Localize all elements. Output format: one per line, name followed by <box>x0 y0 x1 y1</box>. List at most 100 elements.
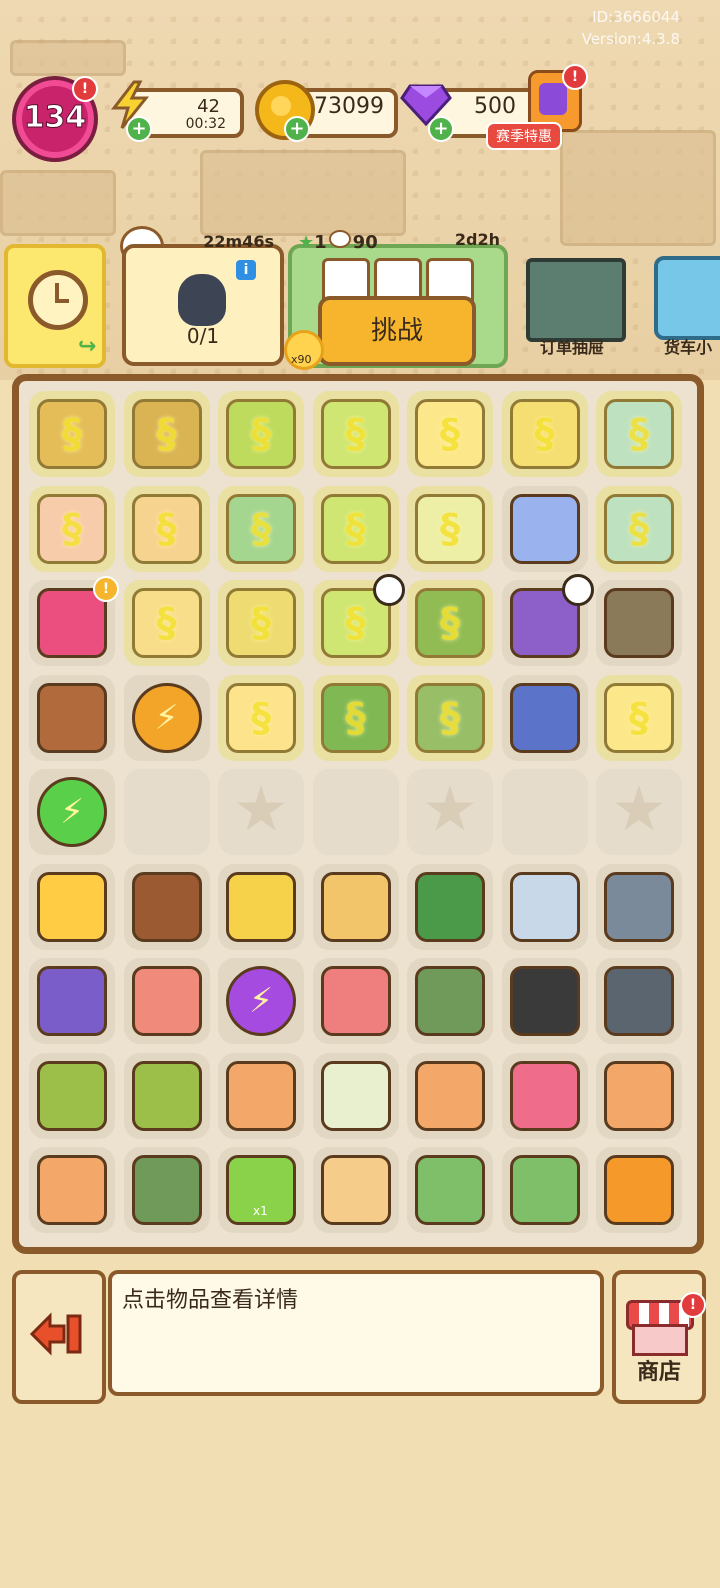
glove-green-icon <box>415 1155 485 1225</box>
board-cell[interactable] <box>312 958 399 1044</box>
board-cell[interactable]: § <box>123 485 210 572</box>
board-cell[interactable]: ! <box>29 576 119 666</box>
board-cell[interactable]: x1 <box>218 1147 304 1233</box>
energy-button-count: x1 <box>253 1204 268 1218</box>
level-badge[interactable]: 134 ! <box>12 76 98 162</box>
board-cell[interactable] <box>312 1147 399 1233</box>
board-cell[interactable] <box>501 1147 588 1233</box>
time-skip-card[interactable]: ↪ <box>4 244 106 368</box>
board-cell[interactable]: ⚡ <box>218 958 304 1044</box>
board-cell[interactable]: § <box>29 485 115 572</box>
challenge-button[interactable]: 挑战 <box>318 296 476 366</box>
item-info-panel: 点击物品查看详情 <box>108 1270 604 1396</box>
board-cell[interactable] <box>123 958 210 1044</box>
board-cell[interactable] <box>596 863 682 950</box>
board-cell[interactable] <box>123 1147 210 1233</box>
board-cell[interactable] <box>596 1147 682 1233</box>
board-cell[interactable] <box>312 769 399 855</box>
flower-bouquet-icon <box>37 871 107 942</box>
board-cell[interactable] <box>29 1147 115 1233</box>
board-cell[interactable] <box>407 863 493 950</box>
shop-notification-dot: ! <box>680 1292 706 1318</box>
board-cell[interactable] <box>407 1147 493 1233</box>
trash-bags-icon <box>37 682 107 753</box>
board-cell[interactable]: § <box>596 485 682 572</box>
lock-chain-icon: § <box>345 411 366 457</box>
tulip-crate-icon <box>131 966 202 1036</box>
lock-chain-icon: § <box>251 411 271 457</box>
board-cell[interactable] <box>407 769 493 855</box>
board-cell[interactable] <box>596 958 682 1044</box>
board-cell[interactable] <box>29 958 115 1044</box>
board-cell[interactable]: § <box>123 580 210 666</box>
season-promo-label[interactable]: 赛季特惠 <box>486 122 562 150</box>
board-cell[interactable] <box>312 1052 399 1139</box>
board-cell[interactable] <box>123 769 210 855</box>
truck-label[interactable]: 货车小 <box>648 334 720 358</box>
board-cell[interactable] <box>123 863 210 950</box>
board-cell[interactable]: § <box>407 674 493 761</box>
version-text: Version:4.3.8 <box>581 30 680 48</box>
exit-button[interactable] <box>12 1270 106 1404</box>
board-cell[interactable] <box>123 1052 210 1139</box>
board-cell[interactable]: § <box>596 674 682 761</box>
board-cell[interactable] <box>501 1052 588 1139</box>
bag-event-card[interactable]: 22m46s i 0/1 <box>122 232 284 366</box>
level-number: 134 <box>23 100 87 136</box>
shop-button[interactable]: 商店 ! <box>612 1270 706 1404</box>
board-cell[interactable]: § <box>218 674 304 761</box>
order-drawer-label[interactable]: 订单抽屉 <box>516 334 628 358</box>
lock-chain-icon: § <box>440 600 460 646</box>
board-cell[interactable]: § <box>407 580 493 666</box>
board-cell[interactable] <box>218 1052 304 1139</box>
board-cell[interactable]: ⚡ <box>123 674 210 761</box>
board-cell[interactable] <box>218 863 304 950</box>
board-cell[interactable]: § <box>218 580 304 666</box>
board-cell[interactable]: § <box>312 674 399 761</box>
board-cell[interactable]: ⚡ <box>29 769 115 855</box>
banana-peel-icon <box>226 871 296 942</box>
board-cell[interactable] <box>407 1052 493 1139</box>
board-cell[interactable] <box>596 1052 682 1139</box>
board-cell[interactable] <box>407 958 493 1044</box>
board-cell[interactable]: § <box>218 391 304 477</box>
board-cell[interactable]: § <box>312 391 399 477</box>
board-cell[interactable] <box>596 580 682 666</box>
pliers-icon <box>415 871 485 942</box>
board-cell[interactable] <box>501 863 588 950</box>
board-cell[interactable] <box>29 674 115 761</box>
order-drawer-icon[interactable] <box>526 258 626 342</box>
board-cell[interactable] <box>501 769 588 855</box>
board-cell[interactable]: § <box>123 391 210 477</box>
add-coins-button[interactable]: + <box>284 116 310 142</box>
board-cell[interactable]: § <box>29 391 115 477</box>
board-cell[interactable]: § <box>218 485 304 572</box>
board-cell[interactable] <box>501 574 594 666</box>
board-cell[interactable] <box>501 485 588 572</box>
lock-chain-icon: § <box>345 505 366 552</box>
board-cell[interactable] <box>501 958 588 1044</box>
add-gems-button[interactable]: + <box>428 116 454 142</box>
board-cell[interactable] <box>596 769 682 855</box>
add-energy-button[interactable]: + <box>126 116 152 142</box>
board-cell[interactable]: § <box>407 391 493 477</box>
board-cell[interactable]: § <box>312 574 405 666</box>
bag-count: 0/1 <box>186 324 220 348</box>
counter-decor <box>200 150 406 236</box>
challenge-time: 2d2h <box>454 230 500 249</box>
truck-icon[interactable] <box>654 256 720 340</box>
board-cell[interactable] <box>29 1052 115 1139</box>
board-cell[interactable]: § <box>407 485 493 572</box>
seed-bag-icon <box>131 1060 202 1131</box>
board-cell[interactable]: § <box>312 485 399 572</box>
board-cell[interactable] <box>501 674 588 761</box>
info-icon[interactable]: i <box>236 260 256 280</box>
board-cell[interactable]: § <box>501 391 588 477</box>
board-cell[interactable]: § <box>596 391 682 477</box>
salad-bowl-icon <box>226 1060 296 1131</box>
board-cell[interactable] <box>29 863 115 950</box>
board-cell[interactable] <box>218 769 304 855</box>
lightning-icon: ⚡ <box>60 792 84 832</box>
board-cell[interactable] <box>312 863 399 950</box>
shop-icon <box>632 1324 688 1356</box>
